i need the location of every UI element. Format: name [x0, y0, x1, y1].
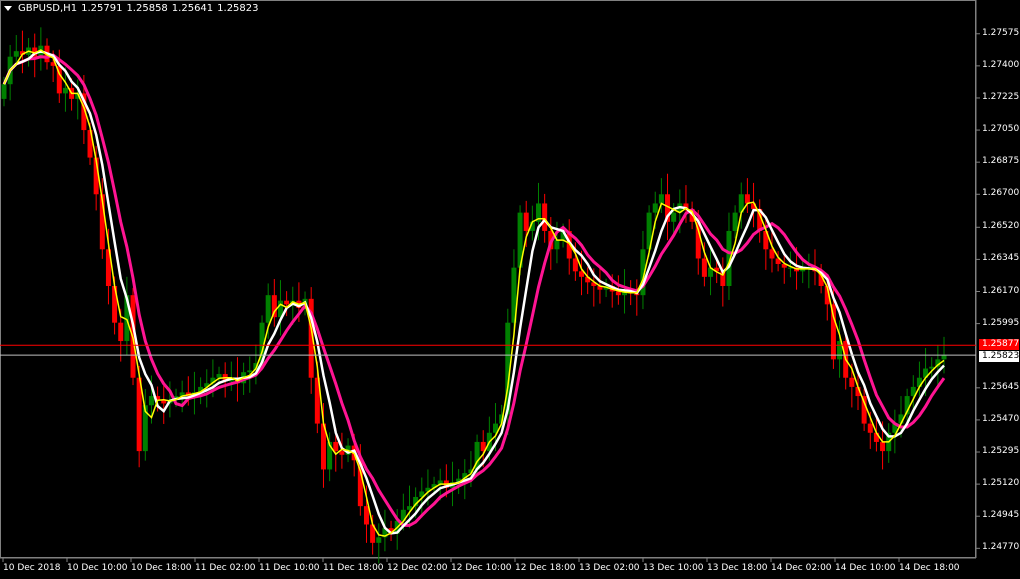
- time-label: 13 Dec 18:00: [707, 563, 768, 573]
- ask-price-tag: 1.25877: [979, 339, 1019, 351]
- time-label: 11 Dec 02:00: [195, 563, 256, 573]
- time-label: 13 Dec 02:00: [579, 563, 640, 573]
- bear-candle: [271, 295, 277, 318]
- bull-candle: [247, 370, 253, 373]
- low-price: 1.25641: [171, 3, 214, 14]
- time-label: 11 Dec 18:00: [323, 563, 384, 573]
- bear-candle: [363, 506, 369, 525]
- price-label: 1.24770: [982, 542, 1020, 553]
- price-label: 1.25995: [982, 317, 1020, 328]
- symbol-info-bar: GBPUSD,H1 1.25791 1.25858 1.25641 1.2582…: [4, 3, 259, 14]
- price-label: 1.25295: [982, 446, 1020, 457]
- bear-candle: [284, 300, 290, 305]
- price-label: 1.27225: [982, 91, 1020, 102]
- price-label: 1.26520: [982, 221, 1020, 232]
- time-label: 14 Dec 10:00: [835, 563, 896, 573]
- price-label: 1.27575: [982, 27, 1020, 38]
- bear-candle: [333, 441, 339, 452]
- time-label: 10 Dec 18:00: [131, 563, 192, 573]
- bull-candle: [732, 212, 738, 231]
- time-label: 11 Dec 10:00: [259, 563, 320, 573]
- price-label: 1.26700: [982, 188, 1020, 199]
- high-price: 1.25858: [126, 3, 168, 14]
- bull-candle: [265, 295, 271, 323]
- time-label: 12 Dec 18:00: [515, 563, 576, 573]
- price-label: 1.24945: [982, 510, 1020, 521]
- bear-candle: [523, 212, 529, 231]
- time-label: 12 Dec 10:00: [451, 563, 512, 573]
- price-chart[interactable]: [0, 0, 1020, 579]
- bear-candle: [572, 258, 578, 272]
- bull-candle: [554, 240, 560, 250]
- bull-candle: [658, 194, 664, 204]
- candles: [1, 27, 947, 564]
- time-label: 14 Dec 02:00: [771, 563, 832, 573]
- bear-candle: [880, 441, 886, 452]
- ma-fast-line: [3, 49, 945, 537]
- time-label: 10 Dec 2018: [3, 563, 61, 573]
- close-price: 1.25823: [217, 3, 259, 14]
- price-label: 1.25120: [982, 478, 1020, 489]
- bull-candle: [671, 212, 677, 222]
- ma-mid-line: [2, 49, 945, 535]
- bear-candle: [701, 258, 707, 277]
- price-label: 1.26345: [982, 253, 1020, 264]
- bear-candle: [744, 194, 750, 204]
- price-label: 1.25645: [982, 381, 1020, 392]
- bull-candle: [13, 51, 19, 57]
- bid-price-tag: 1.25823: [979, 351, 1019, 363]
- price-label: 1.26170: [982, 285, 1020, 296]
- bear-candle: [830, 304, 836, 360]
- bear-candle: [849, 377, 855, 387]
- price-label: 1.26875: [982, 156, 1020, 167]
- bull-candle: [941, 355, 947, 360]
- bear-candle: [861, 396, 867, 424]
- chart-window[interactable]: GBPUSD,H1 1.25791 1.25858 1.25641 1.2582…: [0, 0, 1020, 579]
- bear-candle: [542, 203, 548, 231]
- time-label: 10 Dec 10:00: [67, 563, 128, 573]
- chart-menu-triangle-icon[interactable]: [4, 6, 12, 11]
- moving-averages: [2, 49, 946, 537]
- bear-candle: [118, 322, 124, 342]
- time-label: 12 Dec 02:00: [387, 563, 448, 573]
- bear-candle: [615, 291, 621, 296]
- bear-candle: [867, 423, 873, 433]
- time-label: 14 Dec 18:00: [899, 563, 960, 573]
- open-price: 1.25791: [81, 3, 123, 14]
- bull-candle: [216, 374, 222, 378]
- bull-candle: [62, 87, 68, 94]
- bull-candle: [376, 537, 382, 543]
- price-label: 1.27050: [982, 124, 1020, 135]
- bull-candle: [652, 203, 658, 213]
- bull-candle: [1, 84, 7, 99]
- price-label: 1.27400: [982, 59, 1020, 70]
- bull-candle: [148, 396, 154, 406]
- symbol-timeframe: GBPUSD,H1: [18, 3, 78, 14]
- price-label: 1.25470: [982, 413, 1020, 424]
- time-label: 13 Dec 10:00: [643, 563, 704, 573]
